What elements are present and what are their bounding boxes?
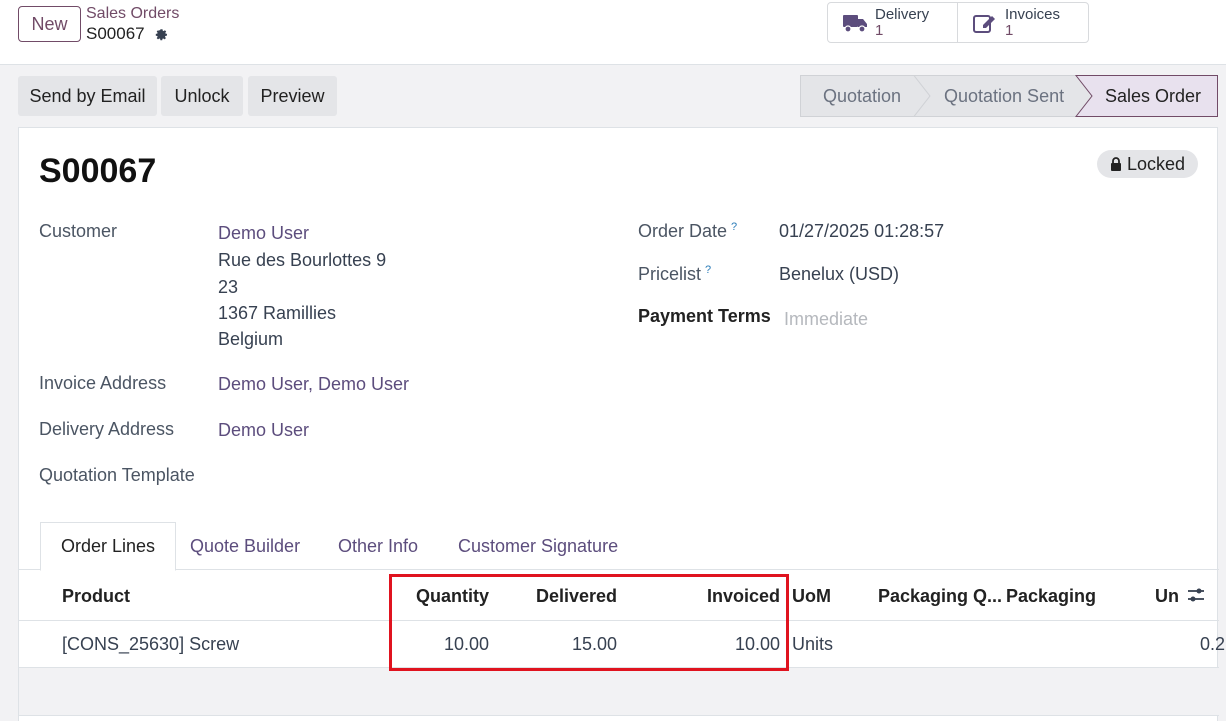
breadcrumb-current: S00067 <box>86 24 169 44</box>
tab-customer-signature[interactable]: Customer Signature <box>458 522 618 570</box>
notebook-tabs: Order Lines Quote Builder Other Info Cus… <box>19 522 1219 571</box>
pencil-square-icon <box>973 14 995 33</box>
breadcrumb-sales-orders[interactable]: Sales Orders <box>86 5 179 23</box>
gear-icon[interactable] <box>153 26 169 42</box>
send-by-email-button[interactable]: Send by Email <box>18 76 157 116</box>
delivery-address-label: Delivery Address <box>39 419 175 439</box>
unlock-button[interactable]: Unlock <box>161 76 243 116</box>
delivery-address-link[interactable]: Demo User <box>218 420 309 441</box>
tab-quote-builder[interactable]: Quote Builder <box>190 522 300 570</box>
customer-address-line: 23 <box>218 277 239 297</box>
unit-price-cell: 0.2 <box>1200 634 1226 654</box>
quotation-template-label: Quotation Template <box>39 465 195 485</box>
truck-icon <box>843 14 867 33</box>
preview-button[interactable]: Preview <box>248 76 337 116</box>
customer-address-line: 1367 Ramillies <box>218 303 337 323</box>
payment-terms-field: Immediate <box>784 309 869 329</box>
delivery-count: 1 <box>875 21 884 39</box>
help-tooltip-icon[interactable]: ? <box>705 264 711 276</box>
product-cell[interactable]: [CONS_25630] Screw <box>62 634 239 655</box>
invoices-count: 1 <box>1005 21 1014 39</box>
highlight-box <box>389 574 789 671</box>
column-packaging[interactable]: Packaging <box>1006 586 1096 607</box>
delivery-smart-button[interactable]: Delivery 1 <box>827 2 958 43</box>
pricelist-label: Pricelist? <box>638 264 711 285</box>
invoice-address-link[interactable]: Demo User, Demo User <box>218 374 409 395</box>
payment-terms-label: Payment Terms <box>638 306 771 326</box>
column-unit-price[interactable]: Un <box>1155 586 1179 607</box>
tab-order-lines[interactable]: Order Lines <box>40 522 177 571</box>
order-statusbar: Quotation Quotation Sent Sales Order <box>800 75 1218 117</box>
tab-other-info[interactable]: Other Info <box>338 522 418 570</box>
customer-name-link[interactable]: Demo User <box>218 223 309 244</box>
stage-quotation-sent[interactable]: Quotation Sent <box>944 86 1064 107</box>
invoices-label: Invoices <box>1005 5 1061 23</box>
breadcrumb-current-label: S00067 <box>86 24 145 43</box>
invoices-smart-button[interactable]: Invoices 1 <box>957 2 1089 43</box>
customer-address-line: Belgium <box>218 329 284 349</box>
stage-quotation[interactable]: Quotation <box>823 86 901 107</box>
order-title: S00067 <box>39 152 157 190</box>
order-date-value: 01/27/2025 01:28:57 <box>779 221 945 241</box>
help-tooltip-icon[interactable]: ? <box>731 221 737 233</box>
stage-sales-order[interactable]: Sales Order <box>1105 86 1201 107</box>
lock-icon <box>1110 157 1121 171</box>
locked-badge: Locked <box>1097 150 1198 178</box>
column-product[interactable]: Product <box>62 586 130 607</box>
column-packaging-quantity[interactable]: Packaging Q... <box>878 586 1002 607</box>
order-date-label: Order Date? <box>638 221 737 242</box>
locked-label: Locked <box>1126 153 1186 174</box>
order-date-label-text: Order Date <box>638 221 728 241</box>
customer-address-line: Rue des Bourlottes 9 <box>218 250 387 270</box>
add-line-row[interactable] <box>19 668 1219 716</box>
control-panel: New Sales Orders S00067 Delivery 1 Invoi… <box>0 0 1226 65</box>
pricelist-value: Benelux (USD) <box>779 264 900 284</box>
pricelist-label-text: Pricelist <box>638 264 702 284</box>
uom-cell: Units <box>792 634 834 654</box>
new-button[interactable]: New <box>18 6 81 42</box>
invoice-address-label: Invoice Address <box>39 373 167 393</box>
delivery-label: Delivery <box>875 5 930 23</box>
column-uom[interactable]: UoM <box>792 586 831 607</box>
customer-label: Customer <box>39 221 118 241</box>
optional-columns-icon[interactable] <box>1187 586 1205 604</box>
